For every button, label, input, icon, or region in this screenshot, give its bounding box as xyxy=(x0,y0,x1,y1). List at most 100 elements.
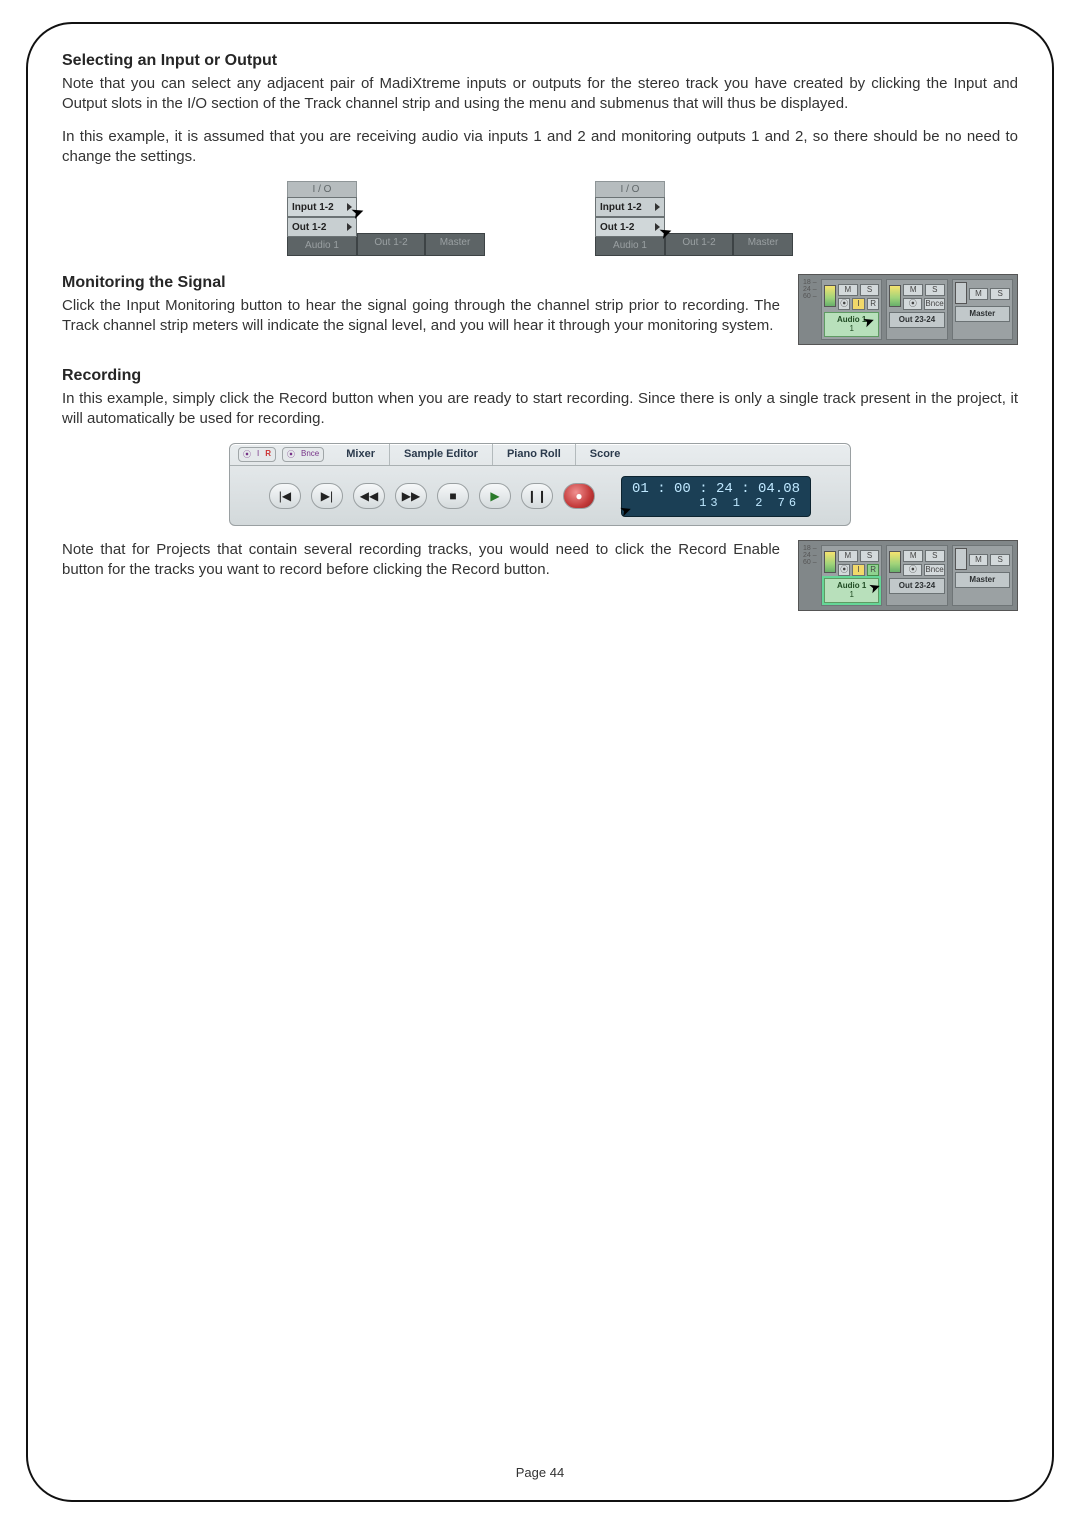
transport-return-to-zero-button[interactable]: |◀ xyxy=(269,483,301,509)
figure-record-enable-thumb: 18 – 24 – 60 – M S ⦿ I xyxy=(798,540,1018,611)
mute-button[interactable]: M xyxy=(903,284,923,296)
paragraph: Note that you can select any adjacent pa… xyxy=(62,74,1018,115)
mute-button[interactable]: M xyxy=(838,550,858,562)
paragraph: Click the Input Monitoring button to hea… xyxy=(62,296,780,337)
input-monitor-button[interactable]: I xyxy=(255,449,261,460)
io-output-slot[interactable]: Out 1-2 xyxy=(287,217,357,237)
io-input-slot[interactable]: Input 1-2 ➤ xyxy=(287,197,357,217)
channel-pill: ⦿ I R xyxy=(238,447,276,462)
io-output-label: Out 1-2 xyxy=(600,222,634,233)
tab-piano-roll[interactable]: Piano Roll xyxy=(493,444,576,465)
tab-mixer[interactable]: Mixer xyxy=(332,444,390,465)
bounce-button[interactable]: Bnce xyxy=(924,564,944,576)
transport-rewind-button[interactable]: ◀◀ xyxy=(353,483,385,509)
transport-stop-button[interactable]: ■ xyxy=(437,483,469,509)
channel-name: Master xyxy=(955,306,1010,322)
label: Audio 1 xyxy=(837,581,866,590)
bounce-button[interactable]: Bnce xyxy=(924,298,944,310)
level-meter-icon xyxy=(824,551,836,573)
heading-recording: Recording xyxy=(62,367,1018,385)
io-panel-right: I / O Input 1-2 Out 1-2 ➤ Audio 1 Out 1-… xyxy=(595,181,793,256)
transport-record-button[interactable]: ● xyxy=(563,483,595,509)
record-ready-icon[interactable]: ⦿ xyxy=(285,449,297,460)
transport-pause-button[interactable]: ❙❙ xyxy=(521,483,553,509)
io-output-label: Out 1-2 xyxy=(292,222,326,233)
dropdown-triangle-icon xyxy=(655,203,660,211)
channel-name: Out 1-2 xyxy=(665,233,733,256)
channel-name: Audio 1 xyxy=(595,237,665,256)
solo-button[interactable]: S xyxy=(925,550,945,562)
solo-button[interactable]: S xyxy=(860,284,880,296)
record-enable-button[interactable]: R xyxy=(263,449,273,460)
solo-button[interactable]: S xyxy=(925,284,945,296)
channel-name: Audio 1 xyxy=(287,237,357,256)
solo-button[interactable]: S xyxy=(990,554,1010,566)
level-meter-icon xyxy=(889,551,901,573)
paragraph: In this example, it is assumed that you … xyxy=(62,127,1018,168)
record-ready-icon[interactable]: ⦿ xyxy=(838,298,850,310)
mute-button[interactable]: M xyxy=(903,550,923,562)
bounce-button[interactable]: Bnce xyxy=(299,449,321,460)
channel-name: Out 23-24 xyxy=(889,312,944,328)
record-enable-button[interactable]: R xyxy=(867,564,879,576)
meter-scale: 18 – 24 – 60 – xyxy=(803,279,817,340)
channel-pill: ⦿ Bnce xyxy=(282,447,324,462)
label: Audio 1 xyxy=(837,315,866,324)
solo-button[interactable]: S xyxy=(990,288,1010,300)
timecode-main: 01 : 00 : 24 : 04.08 xyxy=(632,481,800,497)
meter-scale: 18 – 24 – 60 – xyxy=(803,545,817,606)
heading-monitoring: Monitoring the Signal xyxy=(62,274,780,292)
label: 1 xyxy=(849,324,853,333)
channel-strip: M S ⦿ Bnce Out 23-24 xyxy=(886,279,947,340)
channel-name: Audio 1 1 xyxy=(824,312,879,337)
channel-pill-group: ⦿ I R ⦿ Bnce xyxy=(230,444,332,465)
channel-name: Audio 1 1 xyxy=(824,578,879,603)
transport-play-button[interactable]: ▶ xyxy=(479,483,511,509)
channel-name: Out 1-2 xyxy=(357,233,425,256)
io-header: I / O xyxy=(287,181,357,197)
mute-button[interactable]: M xyxy=(969,288,989,300)
mute-button[interactable]: M xyxy=(969,554,989,566)
record-ready-icon[interactable]: ⦿ xyxy=(903,564,922,576)
transport-go-to-end-button[interactable]: ▶| xyxy=(311,483,343,509)
figure-monitoring-thumb: 18 – 24 – 60 – M S ⦿ I xyxy=(798,274,1018,345)
record-ready-icon[interactable]: ⦿ xyxy=(838,564,850,576)
paragraph: In this example, simply click the Record… xyxy=(62,389,1018,430)
record-ready-icon[interactable]: ⦿ xyxy=(903,298,922,310)
channel-strip: M S ⦿ Bnce Out 23-24 xyxy=(886,545,947,606)
page-footer: Page 44 xyxy=(28,1465,1052,1480)
input-monitor-button[interactable]: I xyxy=(852,298,864,310)
solo-button[interactable]: S xyxy=(860,550,880,562)
tab-score[interactable]: Score xyxy=(576,444,635,465)
io-input-slot[interactable]: Input 1-2 xyxy=(595,197,665,217)
input-monitor-button[interactable]: I xyxy=(852,564,864,576)
channel-strip: M S ⦿ I R Audio 1 xyxy=(821,279,882,340)
channel-name: Master xyxy=(733,233,793,256)
record-enable-button[interactable]: R xyxy=(867,298,879,310)
level-meter-icon xyxy=(955,282,967,304)
channel-strip: M S ⦿ I R Audio 1 xyxy=(821,545,882,606)
mute-button[interactable]: M xyxy=(838,284,858,296)
io-header: I / O xyxy=(595,181,665,197)
io-input-label: Input 1-2 xyxy=(600,202,642,213)
dropdown-triangle-icon xyxy=(655,223,660,231)
level-meter-icon xyxy=(955,548,967,570)
level-meter-icon xyxy=(824,285,836,307)
channel-name: Master xyxy=(425,233,485,256)
record-ready-icon[interactable]: ⦿ xyxy=(241,449,253,460)
level-meter-icon xyxy=(889,285,901,307)
timecode-sub: 13 1 2 76 xyxy=(632,497,800,511)
dropdown-triangle-icon xyxy=(347,223,352,231)
io-input-label: Input 1-2 xyxy=(292,202,334,213)
channel-strip: M S Master xyxy=(952,545,1013,606)
io-output-slot[interactable]: Out 1-2 ➤ xyxy=(595,217,665,237)
heading-selecting-io: Selecting an Input or Output xyxy=(62,52,1018,70)
page-number: 44 xyxy=(550,1465,564,1480)
channel-strip: M S Master xyxy=(952,279,1013,340)
page-label: Page xyxy=(516,1465,546,1480)
channel-name: Out 23-24 xyxy=(889,578,944,594)
label: 1 xyxy=(849,590,853,599)
io-panel-left: I / O Input 1-2 ➤ Out 1-2 Audio 1 Out 1-… xyxy=(287,181,485,256)
tab-sample-editor[interactable]: Sample Editor xyxy=(390,444,493,465)
transport-fast-forward-button[interactable]: ▶▶ xyxy=(395,483,427,509)
